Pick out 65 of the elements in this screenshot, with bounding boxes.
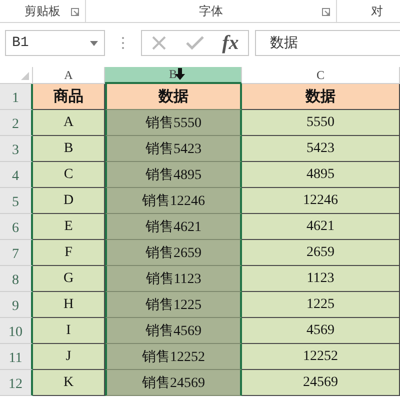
column-header[interactable]: C	[242, 67, 400, 84]
table-cell: 12246	[242, 188, 400, 214]
table-cell: 4895	[242, 162, 400, 188]
cancel-icon[interactable]	[151, 35, 168, 51]
table-cell: 5423	[242, 136, 400, 162]
row-number[interactable]: 11	[0, 344, 33, 370]
column-header[interactable]: B	[105, 67, 242, 84]
down-arrow-cursor-icon	[175, 68, 185, 80]
row-number[interactable]: 1	[0, 84, 33, 110]
row-number[interactable]: 12	[0, 370, 33, 396]
table-cell: H	[33, 292, 105, 318]
formula-field[interactable]: 数据	[255, 30, 400, 56]
table-cell: 销售5550	[105, 110, 242, 136]
checkmark-icon[interactable]	[186, 36, 204, 50]
ribbon-group-label: 对	[371, 2, 383, 20]
ribbon-group-label: 字体	[199, 2, 223, 20]
table-cell: 销售12252	[105, 344, 242, 370]
table-cell: E	[33, 214, 105, 240]
table-cell: C	[33, 162, 105, 188]
table-cell: 24569	[242, 370, 400, 396]
table-cell: 销售24569	[105, 370, 242, 396]
table-cell: 销售1225	[105, 292, 242, 318]
column-header[interactable]: A	[33, 67, 105, 84]
grip-icon	[121, 36, 125, 50]
table-cell: 销售4621	[105, 214, 242, 240]
table-cell: A	[33, 110, 105, 136]
row-number[interactable]: 9	[0, 292, 33, 318]
table-cell: J	[33, 344, 105, 370]
name-box[interactable]: B1	[5, 30, 105, 56]
insert-function-button[interactable]: fx	[222, 32, 239, 54]
column-title-cell: 商品	[33, 84, 105, 110]
row-number[interactable]: 7	[0, 240, 33, 266]
row-number[interactable]: 6	[0, 214, 33, 240]
table-cell: 5550	[242, 110, 400, 136]
column-title-cell: 数据	[242, 84, 400, 110]
table-cell: 销售2659	[105, 240, 242, 266]
row-number[interactable]: 3	[0, 136, 33, 162]
table-cell: G	[33, 266, 105, 292]
row-number[interactable]: 5	[0, 188, 33, 214]
table-cell: 销售4895	[105, 162, 242, 188]
column-title-cell: 数据	[105, 84, 242, 110]
table-cell: 1225	[242, 292, 400, 318]
table-cell: K	[33, 370, 105, 396]
dropdown-caret-icon[interactable]	[90, 40, 98, 46]
table-cell: I	[33, 318, 105, 344]
table-cell: 4569	[242, 318, 400, 344]
ribbon-group-label: 剪贴板	[24, 2, 60, 20]
corner-triangle-icon	[21, 72, 29, 80]
dialog-launcher-icon[interactable]	[322, 8, 330, 16]
table-cell: 销售5423	[105, 136, 242, 162]
table-cell: D	[33, 188, 105, 214]
row-number[interactable]: 4	[0, 162, 33, 188]
table-cell: 销售1123	[105, 266, 242, 292]
table-cell: 1123	[242, 266, 400, 292]
row-number[interactable]: 2	[0, 110, 33, 136]
dialog-launcher-icon[interactable]	[71, 8, 79, 16]
table-cell: 12252	[242, 344, 400, 370]
table-cell: 4621	[242, 214, 400, 240]
table-cell: 销售12246	[105, 188, 242, 214]
table-cell: 2659	[242, 240, 400, 266]
table-cell: F	[33, 240, 105, 266]
table-cell: B	[33, 136, 105, 162]
row-number[interactable]: 10	[0, 318, 33, 344]
table-cell: 销售4569	[105, 318, 242, 344]
row-number[interactable]: 8	[0, 266, 33, 292]
